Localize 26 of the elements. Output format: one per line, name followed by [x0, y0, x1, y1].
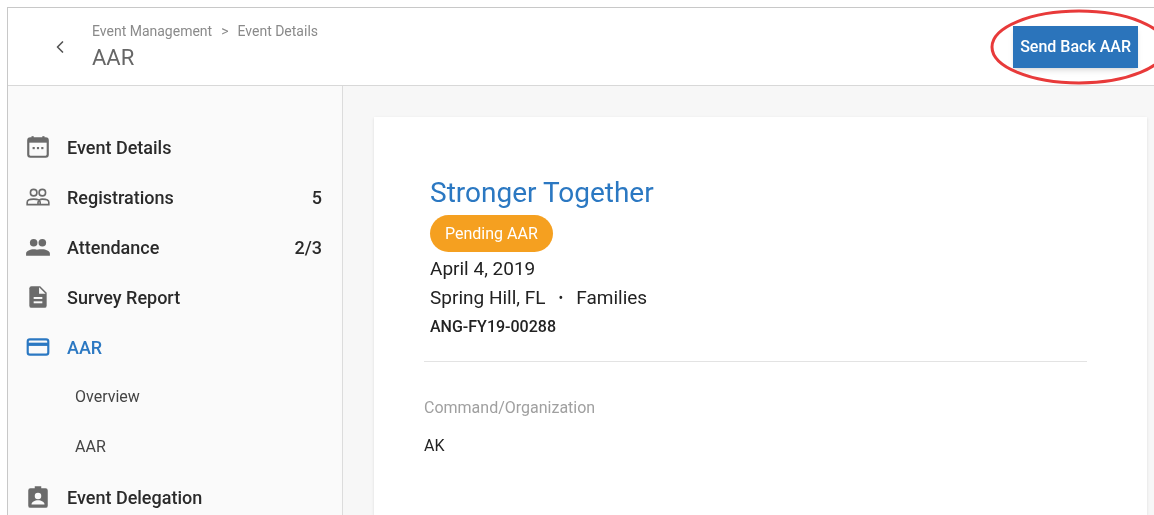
page-title: AAR [92, 44, 136, 72]
sidebar-subitem[interactable]: AAR [8, 422, 342, 472]
event-code: ANG-FY19-00288 [430, 316, 557, 338]
breadcrumb-separator: > [221, 22, 229, 42]
field-value: AK [424, 435, 446, 457]
separator-dot: • [558, 289, 564, 308]
sidebar-item[interactable]: Survey Report [8, 272, 342, 322]
field-label: Command/Organization [424, 397, 597, 419]
event-title: Stronger Together [430, 175, 655, 211]
badge-person-icon [25, 484, 51, 510]
item-count: 5 [311, 185, 322, 210]
sidebar-item[interactable]: Event Details [8, 122, 342, 172]
sidebar-item[interactable]: Registrations 5 [8, 172, 342, 222]
sidebar-subitem[interactable]: Overview [8, 372, 342, 422]
item-count: 2/3 [294, 235, 322, 260]
event-date: April 4, 2019 [430, 256, 537, 282]
breadcrumb-link[interactable]: Event Management [92, 21, 213, 43]
event-location: Spring Hill, FL [430, 285, 546, 311]
status-badge: Pending AAR [430, 215, 553, 252]
breadcrumb-link[interactable]: Event Details [237, 21, 319, 43]
sidebar-item[interactable]: AAR [8, 322, 342, 372]
send-back-button[interactable]: Send Back AAR [1013, 25, 1138, 68]
event-audience: Families [576, 285, 648, 311]
sidebar-item[interactable]: Attendance 2/3 [8, 222, 342, 272]
calendar-icon [25, 134, 51, 160]
sidebar-item[interactable]: Event Delegation [8, 472, 342, 515]
